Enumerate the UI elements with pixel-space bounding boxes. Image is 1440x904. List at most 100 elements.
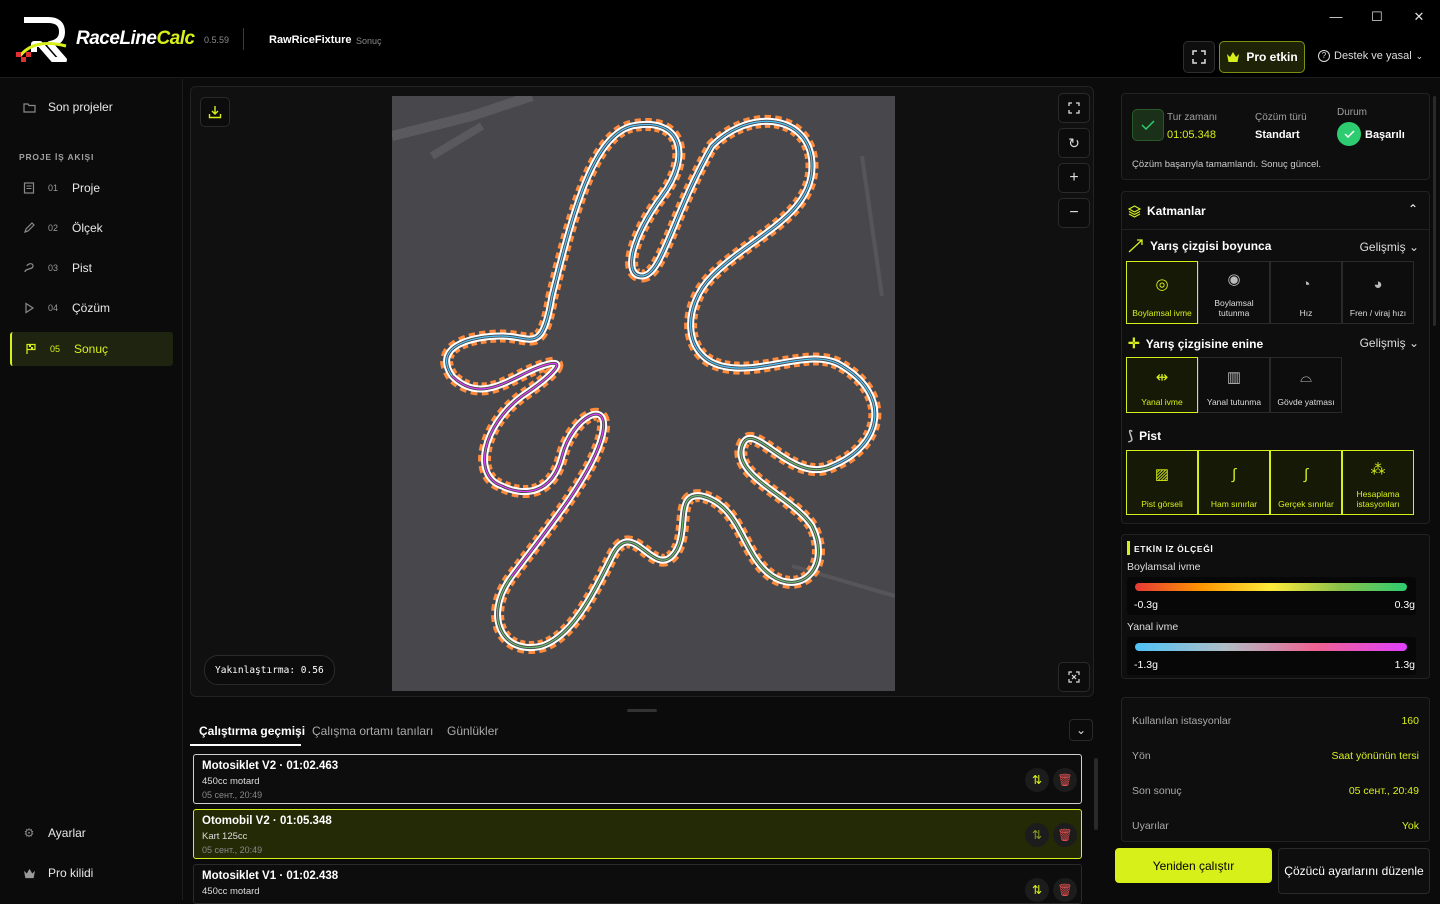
chevron-up-icon[interactable]: ⌃ xyxy=(1408,202,1418,216)
run-date: 05 сент., 20:49 xyxy=(202,790,263,800)
scale-title: ETKİN İZ ÖLÇEĞİ xyxy=(1134,544,1214,554)
diagonal-arrow-icon xyxy=(1128,239,1143,253)
tab-run-history[interactable]: Çalıştırma geçmişi xyxy=(199,724,305,738)
sidebar-item-settings[interactable]: ⚙ Ayarlar xyxy=(10,816,173,850)
track-curve-icon: ∫ xyxy=(1303,466,1309,483)
tab-logs[interactable]: Günlükler xyxy=(447,724,498,738)
compare-icon[interactable]: ⇅ xyxy=(1025,768,1049,792)
chevron-down-icon: ⌄ xyxy=(1408,336,1419,350)
edit-solver-settings-button[interactable]: Çözücü ayarlarını düzenle xyxy=(1278,848,1430,894)
tile-lateral-accel[interactable]: ⇹ Yanal ivme xyxy=(1126,357,1198,413)
stations-icon: ⁂ xyxy=(1370,461,1386,478)
tile-brake-corner-speed[interactable]: ◕ Fren / viraj hızı xyxy=(1342,261,1414,324)
tile-track-image[interactable]: ▨ Pist görseli xyxy=(1126,450,1198,515)
sidebar-item-result[interactable]: 05 Sonuç xyxy=(10,332,173,366)
run-item[interactable]: Motosiklet V1 · 01:02.438 450cc motard ⇅… xyxy=(193,864,1082,904)
scrollbar[interactable] xyxy=(1094,758,1098,830)
gauge-icon: ◕ xyxy=(1373,276,1383,293)
delete-icon[interactable]: 🗑 xyxy=(1053,878,1077,902)
compare-icon[interactable]: ⇅ xyxy=(1025,878,1049,902)
active-tab-indicator xyxy=(190,744,301,746)
sidebar-item-scale[interactable]: 02 Ölçek xyxy=(10,211,173,245)
lateral-advanced-dropdown[interactable]: Gelişmiş ⌄ xyxy=(1360,336,1419,350)
resize-handle[interactable] xyxy=(627,709,657,712)
expand-view-button[interactable] xyxy=(1058,662,1090,692)
run-item[interactable]: Otomobil V2 · 01:05.348 Kart 125cc 05 се… xyxy=(193,809,1082,859)
tile-real-boundaries[interactable]: ∫ Gerçek sınırlar xyxy=(1270,450,1342,515)
pro-button[interactable]: Pro etkin xyxy=(1219,41,1305,73)
sidebar-item-label: Son projeler xyxy=(48,100,113,114)
sidebar-item-solution[interactable]: 04 Çözüm xyxy=(10,291,173,325)
track-map[interactable] xyxy=(392,96,895,691)
tile-body-roll[interactable]: ⌓ Gövde yatması xyxy=(1270,357,1342,413)
close-icon[interactable]: ✕ xyxy=(1409,8,1429,26)
minimize-icon[interactable]: — xyxy=(1326,8,1346,26)
app-version: 0.5.59 xyxy=(204,35,230,45)
stat-value: Saat yönünün tersi xyxy=(1331,750,1419,762)
run-vehicle: 450cc motard xyxy=(202,776,260,787)
tile-lateral-grip[interactable]: ▥ Yanal tutunma xyxy=(1198,357,1270,413)
fullscreen-button[interactable] xyxy=(1183,41,1215,73)
sidebar-item-label: Çözüm xyxy=(72,301,111,315)
summary-card: Tur zamanı 01:05.348 Çözüm türü Standart… xyxy=(1121,93,1430,180)
run-vehicle: 450cc motard xyxy=(202,886,260,897)
run-item[interactable]: Motosiklet V2 · 01:02.463 450cc motard 0… xyxy=(193,754,1082,804)
pro-label: Pro etkin xyxy=(1246,50,1298,64)
title-bar: RaceLineCalc 0.5.59 RawRiceFixture Sonuç… xyxy=(0,0,1440,78)
trace-scale-card: ETKİN İZ ÖLÇEĞİ Boylamsal ivme -0.3g 0.3… xyxy=(1121,534,1430,679)
success-check-icon xyxy=(1132,109,1164,141)
delete-icon[interactable]: 🗑 xyxy=(1053,823,1077,847)
chevron-down-icon: ⌄ xyxy=(1415,50,1424,61)
rerun-button[interactable]: Yeniden çalıştır xyxy=(1115,848,1272,883)
tile-raw-boundaries[interactable]: ∫ Ham sınırlar xyxy=(1198,450,1270,515)
tile-label: Fren / viraj hızı xyxy=(1349,308,1407,318)
sidebar-item-project[interactable]: 01 Proje xyxy=(10,171,173,205)
tile-label: Gerçek sınırlar xyxy=(1278,499,1334,509)
lap-time-value: 01:05.348 xyxy=(1167,129,1216,141)
long-max: 0.3g xyxy=(1394,599,1415,611)
tile-calc-stations[interactable]: ⁂ Hesaplama istasyonları xyxy=(1342,450,1414,515)
tile-label: Ham sınırlar xyxy=(1210,499,1258,509)
play-icon xyxy=(22,301,36,315)
step-number: 05 xyxy=(50,344,61,354)
right-scrollbar[interactable] xyxy=(1433,96,1436,326)
zoom-in-button[interactable]: + xyxy=(1058,163,1090,193)
step-number: 04 xyxy=(48,303,59,313)
stat-value: 05 сент., 20:49 xyxy=(1348,785,1419,797)
zoom-out-button[interactable]: − xyxy=(1058,198,1090,228)
sidebar-item-track[interactable]: 03 Pist xyxy=(10,251,173,285)
tile-longitudinal-grip[interactable]: ◉ Boylamsal tutunma xyxy=(1198,261,1270,324)
tile-speed[interactable]: ◔ Hız xyxy=(1270,261,1342,324)
lateral-section-title: Yarış çizgisine enine xyxy=(1145,336,1264,351)
tile-longitudinal-accel[interactable]: ◎ Boylamsal ivme xyxy=(1126,261,1198,324)
advanced-label: Gelişmiş xyxy=(1359,336,1406,350)
sidebar-item-label: Pro kilidi xyxy=(48,866,94,880)
minus-icon: − xyxy=(1069,204,1079,221)
stat-value: Yok xyxy=(1401,820,1419,832)
map-viewer[interactable]: ↻ + − Yakınlaştırma: 0.56 xyxy=(190,86,1094,697)
track-section-title: Pist xyxy=(1139,429,1162,443)
tab-diagnostics[interactable]: Çalışma ortamı tanıları xyxy=(312,724,433,738)
plus-icon: + xyxy=(1069,169,1079,186)
stat-key: Son sonuç xyxy=(1132,785,1182,797)
download-icon xyxy=(208,106,222,119)
advanced-label: Gelişmiş xyxy=(1359,240,1406,254)
sidebar-item-label: Sonuç xyxy=(74,342,109,356)
along-advanced-dropdown[interactable]: Gelişmiş ⌄ xyxy=(1360,240,1419,254)
export-button[interactable] xyxy=(200,97,230,127)
maximize-icon[interactable]: ☐ xyxy=(1367,8,1387,26)
sidebar-item-pro-lock[interactable]: Pro kilidi xyxy=(10,856,173,890)
reset-view-button[interactable]: ↻ xyxy=(1058,128,1090,158)
stats-card: Kullanılan istasyonlar 160 Yön Saat yönünü… xyxy=(1121,697,1430,842)
delete-icon[interactable]: 🗑 xyxy=(1053,768,1077,792)
fit-view-button[interactable] xyxy=(1058,93,1090,123)
solution-type-value: Standart xyxy=(1255,129,1300,141)
collapse-panel-button[interactable]: ⌄ xyxy=(1069,719,1093,741)
layers-header[interactable]: Katmanlar xyxy=(1128,204,1206,218)
compare-icon[interactable]: ⇅ xyxy=(1025,823,1049,847)
help-icon: ? xyxy=(1318,50,1330,62)
support-menu[interactable]: ? Destek ve yasal ⌄ xyxy=(1318,50,1423,62)
sidebar-item-recent[interactable]: Son projeler xyxy=(10,90,173,124)
car-roll-icon: ⌓ xyxy=(1300,368,1312,386)
support-label: Destek ve yasal xyxy=(1334,50,1412,62)
